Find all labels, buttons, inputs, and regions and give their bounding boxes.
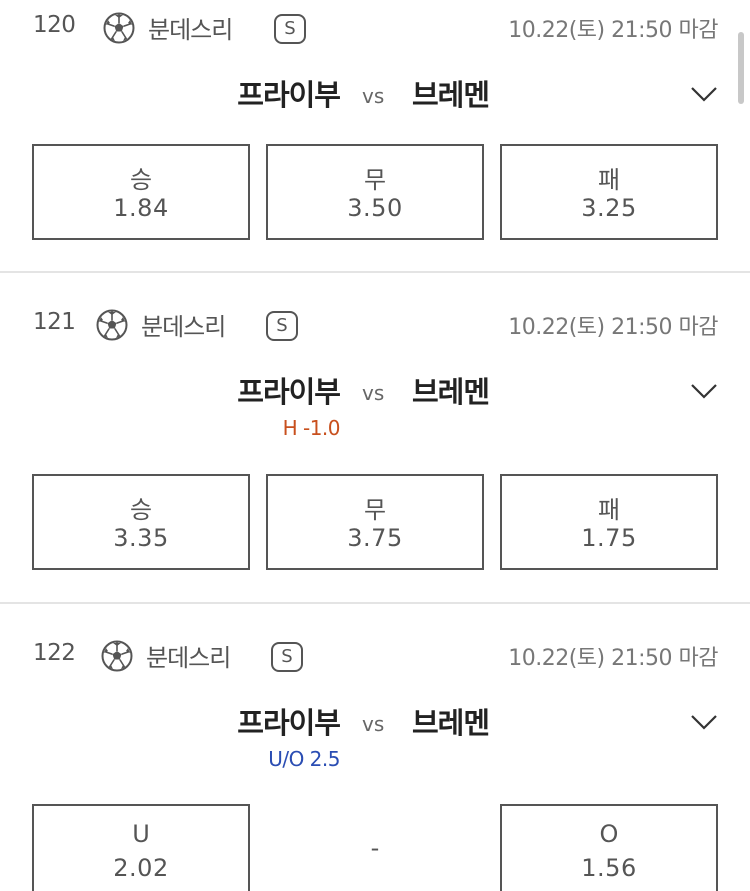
odds-row: 승 3.35 무 3.75 패 1.75 bbox=[32, 474, 718, 570]
home-team: 프라이부 bbox=[237, 375, 341, 409]
away-team: 브레멘 bbox=[412, 375, 490, 409]
odds-label: 패 bbox=[597, 166, 621, 194]
vs-label: vs bbox=[362, 712, 385, 736]
uo-line-label: U/O 2.5 bbox=[268, 747, 340, 771]
home-team: 프라이부 bbox=[237, 706, 341, 740]
odds-value: 1.56 bbox=[581, 854, 637, 882]
soccer-ball-icon bbox=[96, 309, 128, 341]
odds-value: 2.02 bbox=[113, 854, 169, 882]
teams-row: 프라이부 vs 브레멘 bbox=[0, 696, 750, 746]
odds-button-draw[interactable]: 무 3.50 bbox=[266, 144, 484, 240]
soccer-ball-icon bbox=[103, 12, 135, 44]
away-team: 브레멘 bbox=[412, 78, 490, 112]
odds-value: 3.50 bbox=[347, 194, 403, 222]
match-meta: 121 분데스리 S 10.22(토) 21:50 마감 bbox=[0, 303, 750, 347]
league-name: 분데스리 bbox=[146, 644, 231, 672]
odds-button-win[interactable]: 승 3.35 bbox=[32, 474, 250, 570]
match-meta: 120 분데스리 S 10.22(토) 21:50 마감 bbox=[0, 6, 750, 50]
vs-label: vs bbox=[362, 381, 385, 405]
teams-row: 프라이부 vs 브레멘 bbox=[0, 68, 750, 118]
odds-button-draw[interactable]: 무 3.75 bbox=[266, 474, 484, 570]
odds-row: U 2.02 - O 1.56 bbox=[32, 804, 718, 891]
chevron-down-icon[interactable] bbox=[690, 714, 718, 730]
match-number: 122 bbox=[33, 640, 76, 666]
odds-value: 3.35 bbox=[113, 524, 169, 552]
home-team: 프라이부 bbox=[237, 78, 341, 112]
s-badge: S bbox=[271, 642, 303, 672]
chevron-down-icon[interactable] bbox=[690, 383, 718, 399]
odds-value: 1.75 bbox=[581, 524, 637, 552]
close-time: 10.22(토) 21:50 마감 bbox=[508, 646, 718, 671]
odds-value: 3.75 bbox=[347, 524, 403, 552]
league-name: 분데스리 bbox=[148, 16, 233, 44]
odds-value: 3.25 bbox=[581, 194, 637, 222]
vs-label: vs bbox=[362, 84, 385, 108]
odds-label: U bbox=[132, 820, 150, 848]
away-team: 브레멘 bbox=[412, 706, 490, 740]
close-time: 10.22(토) 21:50 마감 bbox=[508, 315, 718, 340]
no-odds-dash: - bbox=[370, 834, 380, 862]
teams-row: 프라이부 vs 브레멘 bbox=[0, 365, 750, 415]
odds-label: 패 bbox=[597, 496, 621, 524]
odds-button-over[interactable]: O 1.56 bbox=[500, 804, 718, 891]
odds-button-lose[interactable]: 패 1.75 bbox=[500, 474, 718, 570]
odds-label: 승 bbox=[129, 166, 153, 194]
odds-button-under[interactable]: U 2.02 bbox=[32, 804, 250, 891]
match-meta: 122 분데스리 S 10.22(토) 21:50 마감 bbox=[0, 634, 750, 678]
close-time: 10.22(토) 21:50 마감 bbox=[508, 18, 718, 43]
league-name: 분데스리 bbox=[141, 313, 226, 341]
s-badge: S bbox=[266, 311, 298, 341]
s-badge: S bbox=[274, 14, 306, 44]
odds-label: 무 bbox=[363, 496, 387, 524]
divider bbox=[0, 602, 750, 604]
odds-label: 승 bbox=[129, 496, 153, 524]
odds-button-win[interactable]: 승 1.84 bbox=[32, 144, 250, 240]
odds-button-lose[interactable]: 패 3.25 bbox=[500, 144, 718, 240]
odds-label: 무 bbox=[363, 166, 387, 194]
chevron-down-icon[interactable] bbox=[690, 86, 718, 102]
odds-value: 1.84 bbox=[113, 194, 169, 222]
odds-label: O bbox=[599, 820, 619, 848]
match-number: 120 bbox=[33, 12, 76, 38]
soccer-ball-icon bbox=[101, 640, 133, 672]
odds-row: 승 1.84 무 3.50 패 3.25 bbox=[32, 144, 718, 240]
handicap-label: H -1.0 bbox=[282, 416, 341, 440]
match-number: 121 bbox=[33, 309, 76, 335]
divider bbox=[0, 271, 750, 273]
